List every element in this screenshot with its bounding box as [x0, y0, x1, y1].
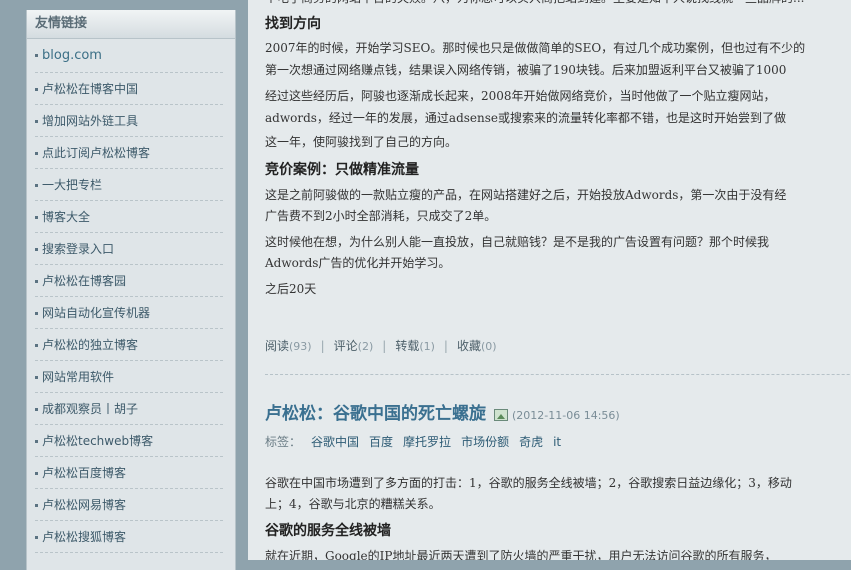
bullet-icon: [35, 120, 38, 123]
bullet-icon: [35, 536, 38, 539]
separator: |: [320, 339, 325, 353]
bullet-icon: [35, 88, 38, 91]
bullet-icon: [35, 344, 38, 347]
article-text-top-fragment: 个电子商务的网站平台的失败。八，为你想可以实兴商把站到建。主要是知千人说找线就一…: [265, 0, 804, 8]
bullet-icon: [35, 472, 38, 475]
bullet-icon: [35, 408, 38, 411]
repost-link[interactable]: 转载(1): [395, 339, 435, 353]
friend-link[interactable]: 卢松松网易博客: [35, 489, 223, 521]
image-icon: [494, 408, 508, 421]
friend-link[interactable]: blog.com: [35, 39, 223, 73]
friend-link[interactable]: 网站常用软件: [35, 361, 223, 393]
tag-link[interactable]: 奇虎: [519, 435, 543, 449]
tag-link[interactable]: 市场份额: [461, 435, 509, 449]
friend-links-title: 友情链接: [27, 10, 235, 39]
bullet-icon: [35, 54, 38, 57]
friend-link[interactable]: 网站自动化宣传机器: [35, 297, 223, 329]
article-text: 谷歌在中国市场遭到了多方面的打击：1，谷歌的服务全线被墙；2，谷歌搜索日益边缘化…: [265, 476, 792, 490]
bullet-icon: [35, 440, 38, 443]
bullet-icon: [35, 312, 38, 315]
bullet-icon: [35, 504, 38, 507]
article-text: 2007年的时候，开始学习SEO。那时候也只是做做简单的SEO，有过几个成功案例…: [265, 41, 806, 55]
friend-link[interactable]: 卢松松的独立博客: [35, 329, 223, 361]
friend-link[interactable]: 卢松松techweb博客: [35, 425, 223, 457]
friend-link[interactable]: 博客大全: [35, 201, 223, 233]
bullet-icon: [35, 216, 38, 219]
tag-link[interactable]: 谷歌中国: [311, 435, 359, 449]
article-text: 这一年，使阿骏找到了自己的方向。: [265, 135, 458, 149]
article-text: 第一次想通过网络赚点钱，结果误入网络传销，被骗了190块钱。后来加盟返利平台又被…: [265, 63, 787, 77]
friend-link[interactable]: 增加网站外链工具: [35, 105, 223, 137]
post-title-link[interactable]: 卢松松：谷歌中国的死亡螺旋: [265, 404, 486, 424]
section-heading: 找到方向: [265, 16, 321, 32]
bullet-icon: [35, 152, 38, 155]
friend-link[interactable]: 卢松松百度博客: [35, 457, 223, 489]
article-text: 这时候他在想，为什么别人能一直投放，自己就赔钱？是不是我的广告设置有问题？那个时…: [265, 235, 770, 249]
post-title-row: 卢松松：谷歌中国的死亡螺旋 (2012-11-06 14:56): [265, 399, 620, 424]
article-actions: 阅读(93) | 评论(2) | 转载(1) | 收藏(0): [265, 337, 497, 354]
section-heading: 谷歌的服务全线被墙: [265, 523, 391, 539]
article-text: 就在近期，Google的IP地址最近两天遭到了防火墙的严重干扰，用户无法访问谷歌…: [265, 549, 777, 560]
article-divider: [265, 374, 851, 375]
tag-link[interactable]: it: [553, 435, 561, 449]
article-text: Adwords广告的优化并开始学习。: [265, 256, 451, 270]
friend-link[interactable]: 搜索登录入口: [35, 233, 223, 265]
article-text: 之后20天: [265, 282, 317, 296]
article-text: 上；4，谷歌与北京的糟糕关系。: [265, 497, 441, 511]
post-date: (2012-11-06 14:56): [512, 409, 620, 422]
friend-link[interactable]: 成都观察员丨胡子: [35, 393, 223, 425]
friend-links-list: blog.com 卢松松在博客中国 增加网站外链工具 点此订阅卢松松博客 一大把…: [27, 39, 235, 553]
bullet-icon: [35, 184, 38, 187]
section-heading: 竞价案例：只做精准流量: [265, 162, 419, 178]
separator: |: [382, 339, 387, 353]
friend-link[interactable]: 一大把专栏: [35, 169, 223, 201]
friend-link[interactable]: 点此订阅卢松松博客: [35, 137, 223, 169]
main-content: 个电子商务的网站平台的失败。八，为你想可以实兴商把站到建。主要是知千人说找线就一…: [248, 0, 851, 560]
favorite-link[interactable]: 收藏(0): [457, 339, 497, 353]
tag-link[interactable]: 摩托罗拉: [403, 435, 451, 449]
tags-label: 标签：: [265, 435, 302, 449]
separator: |: [443, 339, 448, 353]
bullet-icon: [35, 248, 38, 251]
article-text: 这是之前阿骏做的一款贴立瘦的产品，在网站搭建好之后，开始投放Adwords，第一…: [265, 188, 787, 202]
article-text: adwords，经过一年的发展，通过adsense或搜索来的流量转化率都不错，也…: [265, 111, 786, 125]
bullet-icon: [35, 280, 38, 283]
tag-link[interactable]: 百度: [369, 435, 393, 449]
article-text: 经过这些经历后，阿骏也逐渐成长起来，2008年开始做网络竞价，当时他做了一个贴立…: [265, 89, 776, 103]
bullet-icon: [35, 376, 38, 379]
friend-link[interactable]: 卢松松在博客园: [35, 265, 223, 297]
friend-link[interactable]: 卢松松搜狐博客: [35, 521, 223, 553]
comment-link[interactable]: 评论(2): [334, 339, 374, 353]
read-count-link[interactable]: 阅读(93): [265, 339, 312, 353]
friend-links-panel: 友情链接 blog.com 卢松松在博客中国 增加网站外链工具 点此订阅卢松松博…: [26, 10, 236, 570]
friend-link[interactable]: 卢松松在博客中国: [35, 73, 223, 105]
post-tags: 标签： 谷歌中国 百度 摩托罗拉 市场份额 奇虎 it: [265, 433, 571, 450]
article-text: 广告费不到2小时全部消耗，只成交了2单。: [265, 209, 497, 223]
